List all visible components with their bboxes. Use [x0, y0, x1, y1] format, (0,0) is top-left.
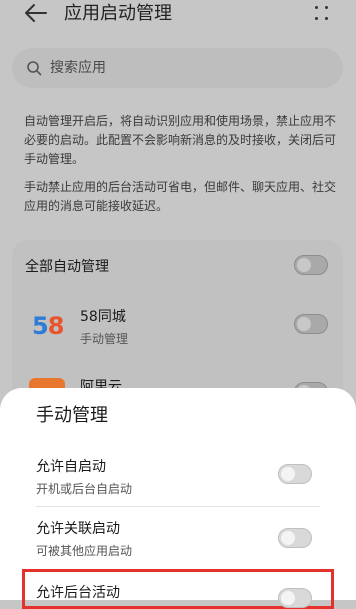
search-icon — [26, 60, 42, 76]
all-auto-manage-toggle[interactable] — [294, 255, 328, 275]
description-paragraph-1: 自动管理开启后，将自动识别应用和使用场景，禁止应用不必要的启动。此配置不会影响新… — [24, 114, 337, 166]
more-dots-icon[interactable] — [314, 4, 330, 22]
all-auto-manage-label: 全部自动管理 — [25, 259, 109, 275]
allow-background-activity-toggle[interactable] — [278, 588, 312, 608]
search-input[interactable]: 搜索应用 — [12, 48, 343, 88]
option-description: 可被其他应用启动 — [36, 544, 133, 558]
app-name: 58同城 — [80, 309, 126, 325]
app-list-card: 全部自动管理 58 58同城 手动管理 阿里云 — [12, 240, 343, 410]
option-label: 允许关联启动 — [36, 521, 120, 537]
allow-autostart-toggle[interactable] — [278, 464, 312, 484]
option-description: 开机或后台自启动 — [36, 482, 133, 496]
arrow-left-icon[interactable] — [22, 2, 48, 24]
sheet-title: 手动管理 — [36, 405, 108, 426]
allow-associated-start-toggle[interactable] — [278, 528, 312, 548]
header: 应用启动管理 — [0, 0, 356, 30]
app-toggle-58[interactable] — [294, 314, 328, 334]
manual-manage-sheet: 手动管理 允许自启动 开机或后台自启动 允许关联启动 可被其他应用启动 允许后台… — [0, 388, 356, 609]
divider — [36, 506, 320, 507]
description-paragraph-2: 手动禁止应用的后台活动可省电，但邮件、聊天应用、社交应用的消息可能接收延迟。 — [24, 180, 337, 213]
page-title: 应用启动管理 — [64, 3, 172, 24]
option-label: 允许后台活动 — [36, 585, 120, 601]
option-label: 允许自启动 — [36, 459, 106, 475]
search-placeholder: 搜索应用 — [50, 60, 106, 76]
app-status: 手动管理 — [80, 332, 129, 346]
app-logo-58: 58 — [32, 312, 64, 340]
